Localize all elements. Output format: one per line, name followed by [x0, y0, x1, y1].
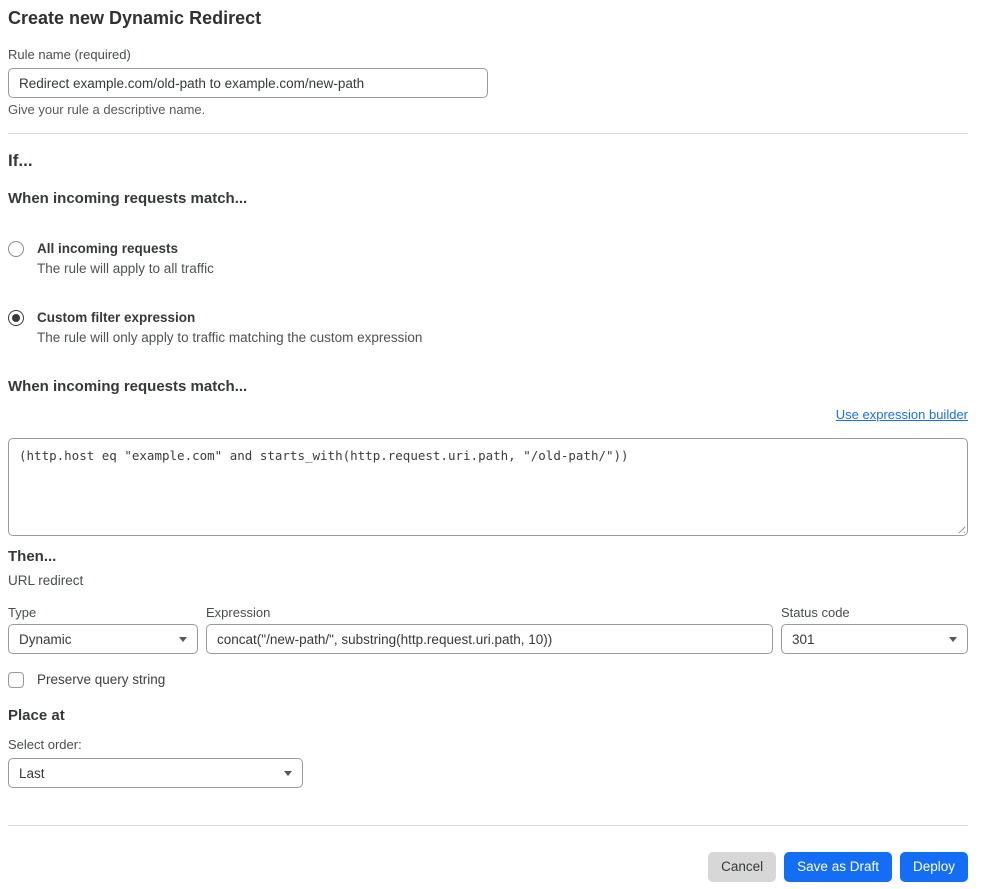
footer-divider: [8, 825, 968, 826]
builder-link-row: Use expression builder: [8, 406, 968, 423]
create-redirect-form: Create new Dynamic Redirect Rule name (r…: [8, 0, 968, 882]
order-select-value: Last: [19, 765, 45, 781]
radio-checked-icon[interactable]: [8, 310, 24, 326]
rule-name-help: Give your rule a descriptive name.: [8, 102, 206, 117]
deploy-button[interactable]: Deploy: [899, 852, 968, 882]
type-column: Type Dynamic: [8, 605, 198, 654]
rule-name-input[interactable]: [8, 68, 488, 98]
expression-column: Expression: [206, 605, 773, 654]
radio-option-description: The rule will only apply to traffic matc…: [37, 330, 423, 345]
preserve-query-string-row[interactable]: Preserve query string: [8, 671, 968, 688]
use-expression-builder-link[interactable]: Use expression builder: [836, 407, 968, 422]
save-as-draft-button[interactable]: Save as Draft: [784, 852, 892, 882]
expression-label: Expression: [206, 605, 271, 620]
chevron-down-icon: [284, 770, 292, 776]
order-select[interactable]: Last: [8, 758, 303, 788]
checkbox-unchecked-icon[interactable]: [8, 671, 24, 688]
chevron-down-icon: [949, 636, 957, 642]
radio-option-texts: Custom filter expression The rule will o…: [37, 309, 422, 346]
type-select[interactable]: Dynamic: [8, 624, 198, 654]
chevron-down-icon: [179, 636, 187, 642]
rule-name-label: Rule name (required): [8, 47, 131, 62]
section-divider: [8, 133, 968, 134]
if-section-heading: If...: [8, 151, 33, 170]
radio-option-label: Custom filter expression: [37, 310, 196, 325]
expression-editor-heading: When incoming requests match...: [8, 378, 248, 395]
radio-option-all-incoming-requests[interactable]: All incoming requests The rule will appl…: [8, 240, 968, 277]
footer-actions: Cancel Save as Draft Deploy: [8, 852, 968, 882]
type-select-value: Dynamic: [19, 631, 72, 647]
radio-option-label: All incoming requests: [37, 241, 179, 256]
radio-unchecked-icon[interactable]: [8, 241, 24, 257]
cancel-button[interactable]: Cancel: [708, 852, 777, 882]
status-code-select-value: 301: [792, 631, 815, 647]
rule-name-group: Rule name (required) Give your rule a de…: [8, 47, 968, 118]
expression-textarea-wrap: (http.host eq "example.com" and starts_w…: [8, 438, 968, 536]
status-code-label: Status code: [781, 605, 850, 620]
radio-option-texts: All incoming requests The rule will appl…: [37, 240, 214, 277]
status-code-select[interactable]: 301: [781, 624, 968, 654]
select-order-label: Select order:: [8, 737, 82, 752]
url-redirect-label: URL redirect: [8, 573, 84, 588]
radio-option-description: The rule will apply to all traffic: [37, 261, 214, 276]
redirect-config-row: Type Dynamic Expression Status code 301: [8, 605, 968, 654]
status-code-column: Status code 301: [781, 605, 968, 654]
preserve-query-string-label: Preserve query string: [37, 672, 166, 687]
then-section-heading: Then...: [8, 548, 57, 565]
redirect-expression-input[interactable]: [206, 624, 773, 654]
filter-expression-textarea[interactable]: (http.host eq "example.com" and starts_w…: [8, 438, 968, 536]
place-at-heading: Place at: [8, 707, 65, 724]
type-label: Type: [8, 605, 37, 620]
radio-option-custom-filter-expression[interactable]: Custom filter expression The rule will o…: [8, 309, 968, 346]
page-title: Create new Dynamic Redirect: [8, 8, 262, 28]
incoming-requests-heading: When incoming requests match...: [8, 190, 248, 207]
